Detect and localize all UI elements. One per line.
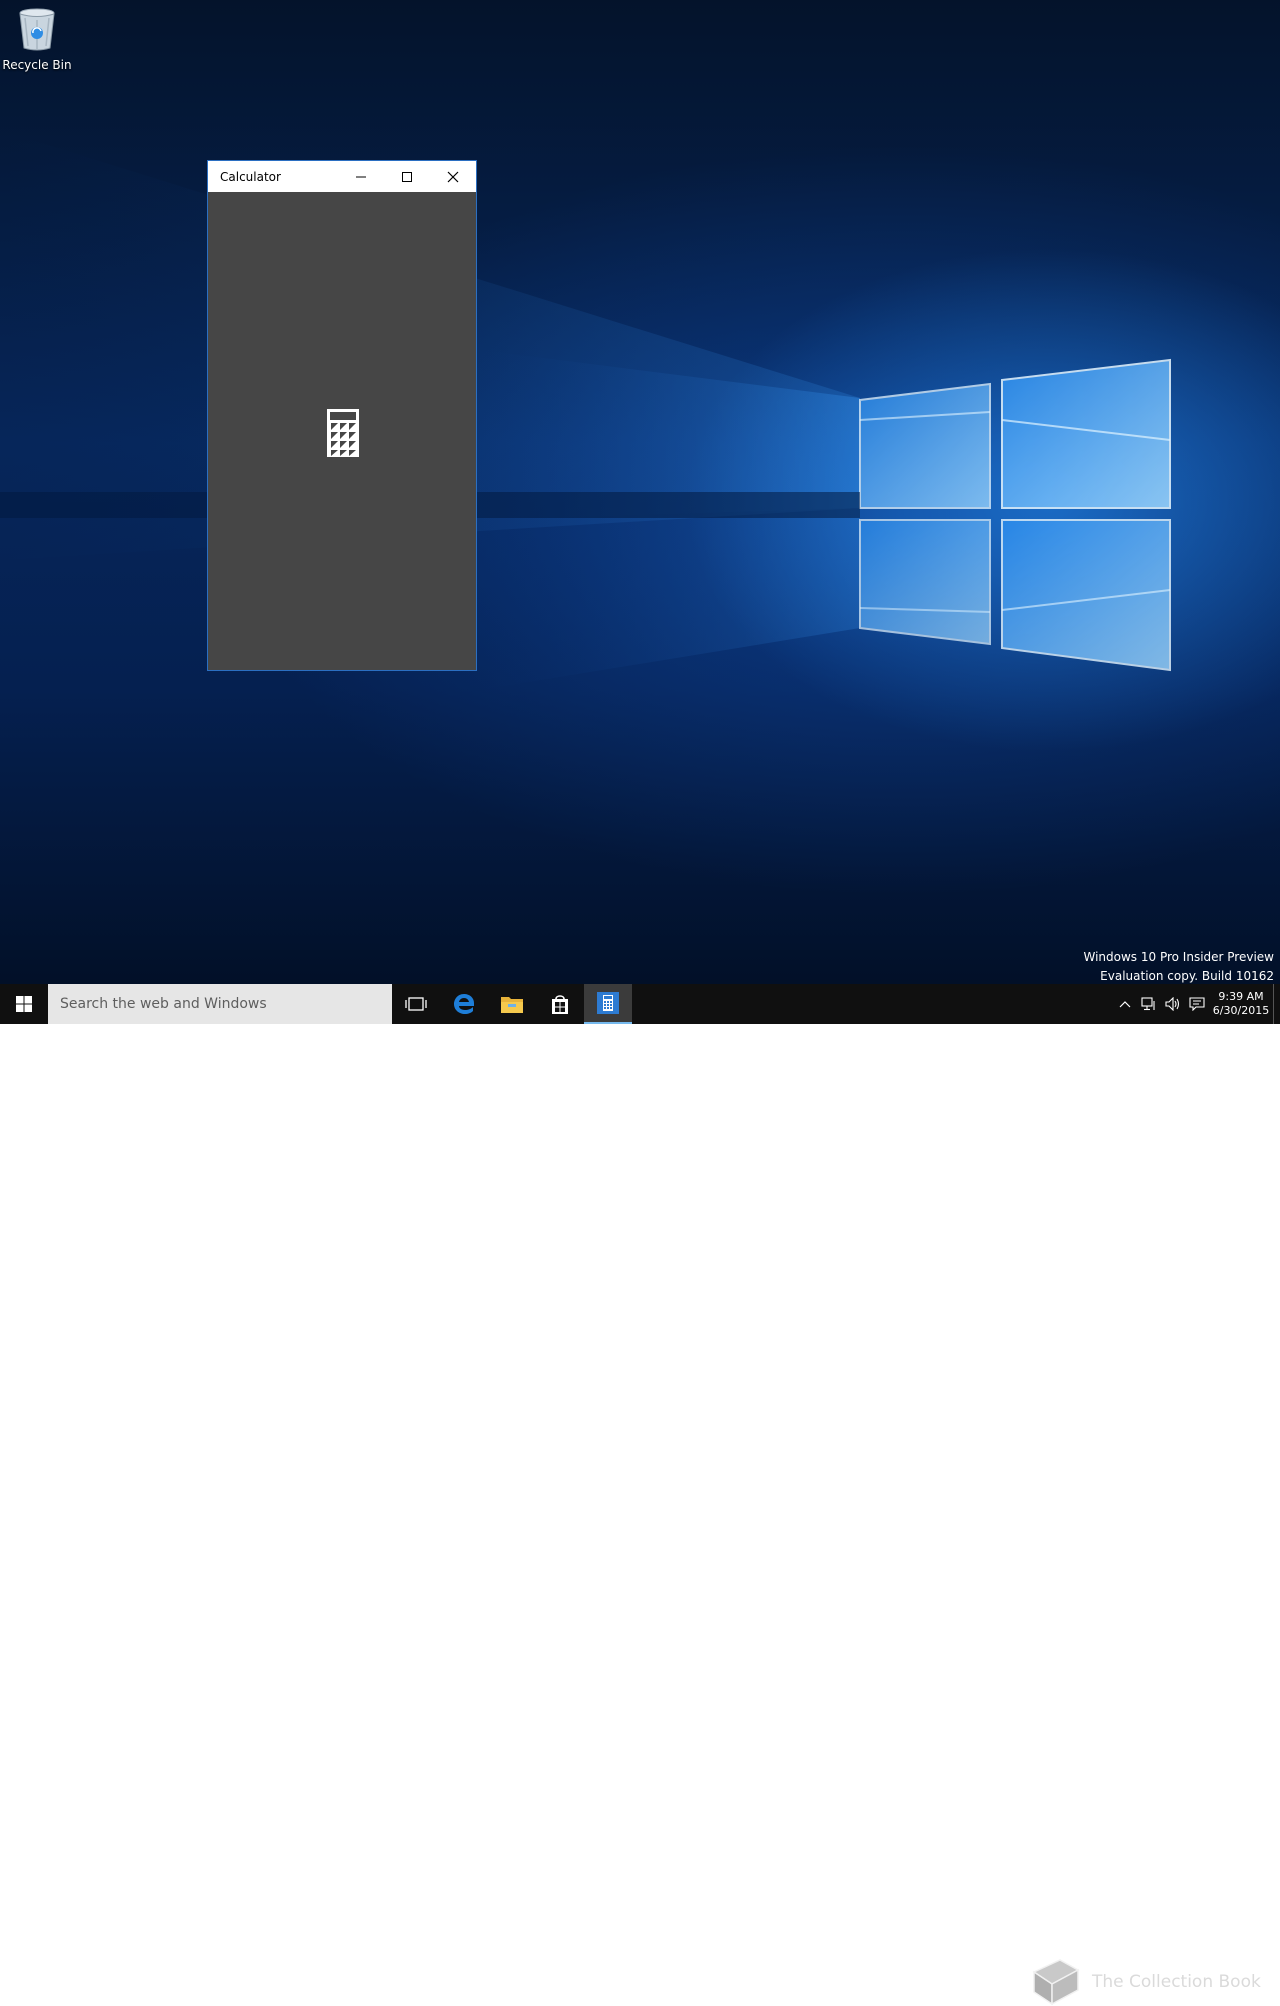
chevron-up-icon	[1119, 1001, 1131, 1008]
maximize-button[interactable]	[384, 161, 430, 192]
calculator-icon	[327, 409, 359, 457]
edge-button[interactable]	[440, 984, 488, 1024]
store-icon	[552, 995, 568, 1014]
task-view-button[interactable]	[392, 984, 440, 1024]
watermark-line-1: Windows 10 Pro Insider Preview	[1083, 950, 1274, 964]
clock-date: 6/30/2015	[1212, 1004, 1270, 1017]
window-titlebar[interactable]: Calculator	[208, 161, 476, 192]
recycle-bin-label: Recycle Bin	[2, 58, 72, 72]
windows-start-icon	[16, 996, 32, 1012]
calculator-taskbar-button[interactable]	[584, 984, 632, 1024]
minimize-button[interactable]	[338, 161, 384, 192]
store-button[interactable]	[536, 984, 584, 1024]
search-placeholder: Search the web and Windows	[60, 996, 267, 1012]
edge-icon	[454, 994, 474, 1014]
action-center-icon	[1189, 997, 1205, 1011]
action-center-button[interactable]	[1185, 984, 1209, 1024]
recycle-bin-icon	[19, 8, 55, 51]
book-icon	[1032, 1959, 1080, 2006]
close-button[interactable]	[430, 161, 476, 192]
brand-overlay: The Collection Book	[1030, 1958, 1261, 2006]
desktop: Recycle Bin Calculator Windows 10 Pro In…	[0, 0, 1280, 984]
start-button[interactable]	[0, 984, 48, 1024]
clock-time: 9:39 AM	[1218, 990, 1264, 1003]
calculator-icon	[597, 992, 619, 1014]
recycle-bin-shortcut[interactable]: Recycle Bin	[2, 6, 72, 72]
volume-button[interactable]	[1161, 984, 1185, 1024]
volume-icon	[1165, 997, 1180, 1011]
maximize-icon	[402, 171, 412, 182]
system-tray: 9:39 AM 6/30/2015	[1113, 984, 1280, 1024]
file-explorer-button[interactable]	[488, 984, 536, 1024]
show-hidden-icons-button[interactable]	[1113, 984, 1137, 1024]
task-view-icon	[405, 997, 427, 1011]
watermark-line-2: Evaluation copy. Build 10162	[1100, 969, 1274, 983]
taskbar: Search the web and Windows The Collectio…	[0, 984, 1280, 2006]
folder-icon	[501, 997, 523, 1013]
search-input[interactable]: Search the web and Windows	[48, 984, 392, 1024]
windows-logo-wallpaper	[0, 130, 1171, 690]
build-watermark: Windows 10 Pro Insider Preview Evaluatio…	[1083, 948, 1274, 984]
window-title: Calculator	[220, 169, 281, 184]
calculator-window[interactable]: Calculator	[207, 160, 477, 671]
show-desktop-button[interactable]	[1273, 984, 1280, 1024]
clock[interactable]: 9:39 AM 6/30/2015	[1209, 990, 1273, 1018]
brand-text: The Collection Book	[1092, 1972, 1261, 1992]
close-icon	[447, 171, 459, 182]
network-button[interactable]	[1137, 984, 1161, 1024]
network-icon	[1141, 997, 1155, 1011]
minimize-icon	[356, 176, 366, 177]
